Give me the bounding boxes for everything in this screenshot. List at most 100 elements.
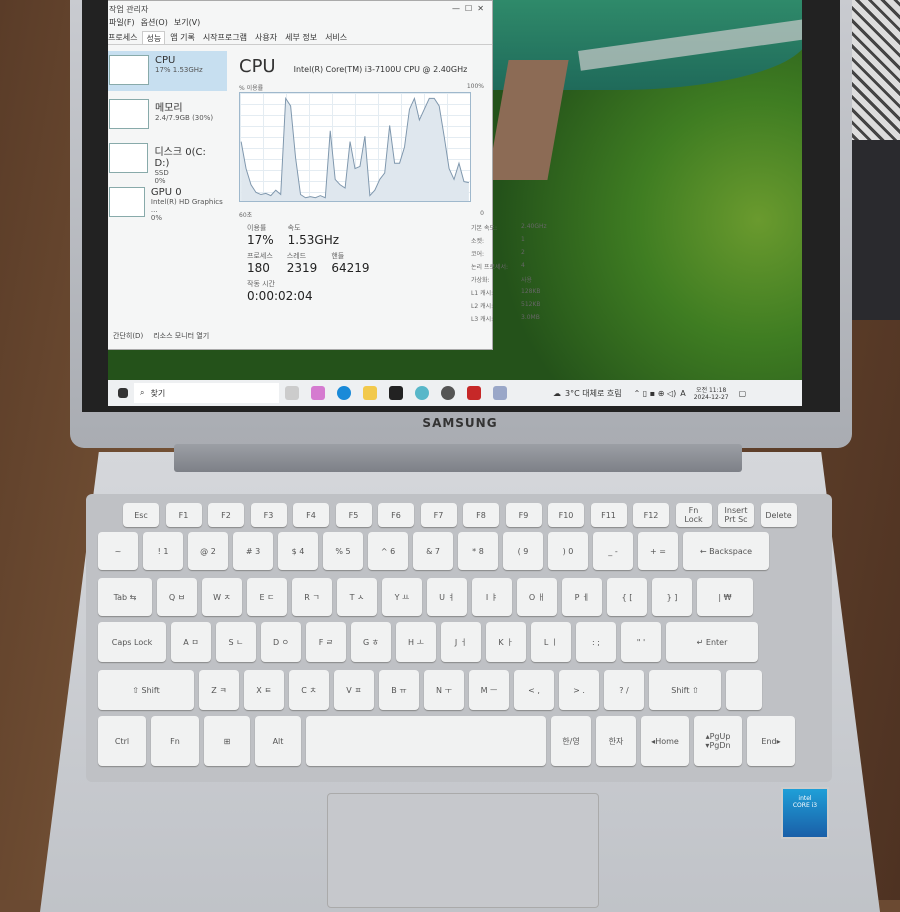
key[interactable]: ◂Home xyxy=(641,716,689,766)
app-icon[interactable] xyxy=(441,386,455,400)
key[interactable]: Insert Prt Sc xyxy=(718,503,754,527)
key[interactable]: ( 9 xyxy=(503,532,543,570)
key[interactable]: ⊞ xyxy=(204,716,250,766)
key[interactable]: Z ㅋ xyxy=(199,670,239,710)
key[interactable]: S ㄴ xyxy=(216,622,256,662)
key[interactable]: U ㅕ xyxy=(427,578,467,616)
power-button[interactable] xyxy=(726,670,762,710)
fewer-details-link[interactable]: 간단히(D) xyxy=(113,331,143,341)
key[interactable]: B ㅠ xyxy=(379,670,419,710)
file-explorer-icon[interactable] xyxy=(363,386,377,400)
tab-app-history[interactable]: 앱 기록 xyxy=(167,31,198,44)
resource-monitor-link[interactable]: 리소스 모니터 열기 xyxy=(153,331,209,341)
tab-performance[interactable]: 성능 xyxy=(142,31,166,44)
key[interactable]: F12 xyxy=(633,503,669,527)
notification-icon[interactable]: ▢ xyxy=(739,389,747,398)
clock[interactable]: 오전 11:18 2024-12-27 xyxy=(694,385,729,401)
key[interactable]: R ㄱ xyxy=(292,578,332,616)
copilot-icon[interactable] xyxy=(311,386,325,400)
key[interactable]: # 3 xyxy=(233,532,273,570)
key[interactable]: Ctrl xyxy=(98,716,146,766)
key[interactable]: F7 xyxy=(420,503,457,527)
key[interactable]: T ㅅ xyxy=(337,578,377,616)
key[interactable]: + = xyxy=(638,532,678,570)
key[interactable]: Delete xyxy=(760,503,797,527)
key[interactable]: Y ㅛ xyxy=(382,578,422,616)
key[interactable]: F4 xyxy=(293,503,329,527)
key[interactable]: _ - xyxy=(593,532,633,570)
weather-icon[interactable]: ☁ xyxy=(553,389,561,398)
key[interactable]: " ' xyxy=(621,622,661,662)
key[interactable]: ~ xyxy=(98,532,138,570)
key[interactable]: Fn Lock xyxy=(675,503,712,527)
key[interactable]: F11 xyxy=(590,503,627,527)
tab-startup[interactable]: 시작프로그램 xyxy=(200,31,250,44)
key[interactable]: @ 2 xyxy=(188,532,228,570)
sidebar-item-gpu[interactable]: GPU 0 Intel(R) HD Graphics ... 0% xyxy=(108,183,227,223)
key[interactable]: L ㅣ xyxy=(531,622,571,662)
key[interactable]: ? / xyxy=(604,670,644,710)
key[interactable]: : ; xyxy=(576,622,616,662)
windows-start-icon[interactable] xyxy=(118,388,128,398)
sidebar-item-memory[interactable]: 메모리 2.4/7.9GB (30%) xyxy=(108,95,227,135)
key[interactable]: ← Backspace xyxy=(683,532,769,570)
key[interactable]: F1 xyxy=(165,503,202,527)
key[interactable]: ! 1 xyxy=(143,532,183,570)
key[interactable]: > . xyxy=(559,670,599,710)
key[interactable]: F2 xyxy=(208,503,244,527)
touchpad[interactable] xyxy=(327,793,599,908)
window-controls[interactable]: — ☐ ✕ xyxy=(452,4,484,14)
key[interactable]: W ㅈ xyxy=(202,578,242,616)
key[interactable]: F5 xyxy=(335,503,372,527)
key[interactable]: C ㅊ xyxy=(289,670,329,710)
space-key[interactable] xyxy=(306,716,546,766)
edge-icon[interactable] xyxy=(337,386,351,400)
key[interactable]: Fn xyxy=(151,716,199,766)
search-box[interactable]: ⌕ 찾기 xyxy=(134,383,279,403)
key[interactable]: P ㅔ xyxy=(562,578,602,616)
key[interactable]: N ㅜ xyxy=(424,670,464,710)
key[interactable]: Caps Lock xyxy=(98,622,166,662)
key[interactable]: K ㅏ xyxy=(486,622,526,662)
weather-text[interactable]: 3°C 대체로 흐림 xyxy=(565,388,622,399)
key[interactable]: Tab ⇆ xyxy=(98,578,152,616)
key[interactable]: ) 0 xyxy=(548,532,588,570)
key[interactable]: < , xyxy=(514,670,554,710)
key[interactable]: A ㅁ xyxy=(171,622,211,662)
key[interactable]: G ㅎ xyxy=(351,622,391,662)
mcafee-icon[interactable] xyxy=(467,386,481,400)
task-manager-icon[interactable] xyxy=(493,386,507,400)
key[interactable]: X ㅌ xyxy=(244,670,284,710)
key[interactable]: F3 xyxy=(250,503,287,527)
key[interactable]: ▴PgUp ▾PgDn xyxy=(694,716,742,766)
store-icon[interactable] xyxy=(389,386,403,400)
key[interactable]: O ㅐ xyxy=(517,578,557,616)
key[interactable]: Q ㅂ xyxy=(157,578,197,616)
key[interactable]: 한/영 xyxy=(551,716,591,766)
menu-options[interactable]: 옵션(O) xyxy=(141,17,168,31)
key[interactable]: M ㅡ xyxy=(469,670,509,710)
menu-view[interactable]: 보기(V) xyxy=(174,17,200,31)
task-view-icon[interactable] xyxy=(285,386,299,400)
ie-icon[interactable] xyxy=(415,386,429,400)
key[interactable]: End▸ xyxy=(747,716,795,766)
tab-services[interactable]: 서비스 xyxy=(322,31,350,44)
key[interactable]: E ㄷ xyxy=(247,578,287,616)
key[interactable]: Alt xyxy=(255,716,301,766)
key[interactable]: ⇧ Shift xyxy=(98,670,194,710)
key[interactable]: J ㅓ xyxy=(441,622,481,662)
tray-icons[interactable]: ⌃ ▯ ▪ ⊕ ◁) xyxy=(634,389,677,398)
sidebar-item-cpu[interactable]: CPU 17% 1.53GHz xyxy=(108,51,227,91)
key[interactable]: ^ 6 xyxy=(368,532,408,570)
key[interactable]: 한자 xyxy=(596,716,636,766)
tab-users[interactable]: 사용자 xyxy=(252,31,280,44)
key[interactable]: } ] xyxy=(652,578,692,616)
tab-processes[interactable]: 프로세스 xyxy=(108,31,140,44)
ime-indicator[interactable]: A xyxy=(680,389,685,398)
key[interactable]: | ₩ xyxy=(697,578,753,616)
tab-details[interactable]: 세부 정보 xyxy=(282,31,320,44)
key[interactable]: Esc xyxy=(123,503,159,527)
menu-file[interactable]: 파일(F) xyxy=(109,17,135,31)
key[interactable]: { [ xyxy=(607,578,647,616)
key[interactable]: F9 xyxy=(505,503,542,527)
